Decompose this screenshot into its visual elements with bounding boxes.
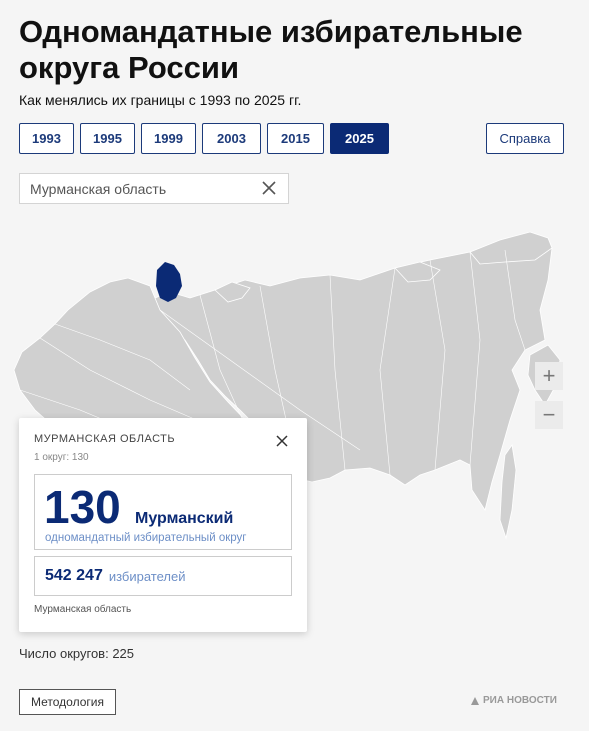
- year-button-1993[interactable]: 1993: [19, 123, 74, 154]
- popup-title: МУРМАНСКАЯ ОБЛАСТЬ: [34, 433, 176, 445]
- ria-logo-text: РИА НОВОСТИ: [483, 695, 557, 706]
- year-button-1995[interactable]: 1995: [80, 123, 135, 154]
- voters-label: избирателей: [108, 568, 186, 584]
- region-search-input[interactable]: Мурманская область: [19, 173, 289, 204]
- year-button-1999[interactable]: 1999: [141, 123, 196, 154]
- help-button[interactable]: Справка: [486, 123, 564, 154]
- district-count: Число округов: 225: [19, 646, 135, 661]
- clear-icon[interactable]: [262, 181, 276, 195]
- ria-logo: РИА НОВОСТИ: [470, 695, 557, 706]
- popup-region-name: Мурманская область: [34, 604, 132, 615]
- year-button-2025[interactable]: 2025: [330, 123, 389, 154]
- year-button-2003[interactable]: 2003: [202, 123, 261, 154]
- district-number: 130: [44, 481, 121, 533]
- search-value: Мурманская область: [30, 180, 167, 197]
- close-icon[interactable]: [276, 435, 288, 447]
- popup-subtitle: 1 округ: 130: [34, 452, 89, 463]
- map-region-sakhalin: [499, 443, 517, 540]
- methodology-button[interactable]: Методология: [19, 689, 116, 715]
- page-subtitle: Как менялись их границы с 1993 по 2025 г…: [19, 92, 302, 108]
- voters-card: 542 247 избирателей: [34, 556, 292, 596]
- district-name: Мурманский: [135, 510, 234, 527]
- page-title: Одномандатные избирательные округа Росси…: [19, 14, 523, 85]
- year-selector: 1993 1995 1999 2003 2015 2025: [19, 123, 389, 154]
- region-popup: МУРМАНСКАЯ ОБЛАСТЬ 1 округ: 130 130 Мурм…: [19, 418, 307, 632]
- year-button-2015[interactable]: 2015: [267, 123, 324, 154]
- voters-count: 542 247: [45, 567, 103, 584]
- zoom-out-button[interactable]: −: [535, 401, 563, 429]
- district-card: 130 Мурманский одномандатный избирательн…: [34, 474, 292, 550]
- district-description: одномандатный избирательный округ: [45, 532, 247, 544]
- ria-logo-icon: [471, 696, 479, 705]
- zoom-in-button[interactable]: +: [535, 362, 563, 390]
